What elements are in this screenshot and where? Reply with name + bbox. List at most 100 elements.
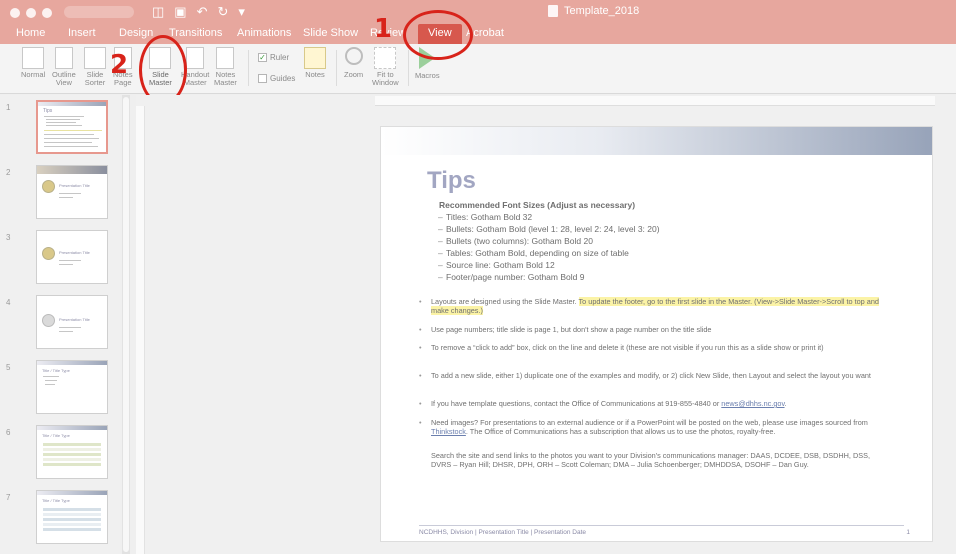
ribbon-tabs: Home Insert Design Transitions Animation… xyxy=(0,24,956,44)
thumbnail-table-row xyxy=(43,523,101,526)
ribbon-divider xyxy=(336,50,337,86)
footer-rule xyxy=(419,525,904,526)
fit-to-window-button[interactable]: Fit to Window xyxy=(372,47,399,87)
macros-label: Macros xyxy=(415,71,440,80)
thumbnail-table-row xyxy=(43,443,101,446)
notes-label: Notes xyxy=(305,70,325,79)
slide-sorter-icon xyxy=(84,47,106,69)
notes-button[interactable]: Notes xyxy=(304,47,326,79)
thumbnail-header xyxy=(37,491,107,495)
guides-checkbox[interactable]: Guides xyxy=(258,74,295,83)
close-window-button[interactable] xyxy=(10,8,20,18)
thumbnail-text-line xyxy=(43,376,59,377)
slide-sorter-label: Slide Sorter xyxy=(84,70,106,87)
thumbnail-text-line xyxy=(59,193,81,194)
tip-bullet-page-numbers[interactable]: Use page numbers; title slide is page 1,… xyxy=(419,325,889,335)
tip-bullet-images[interactable]: Need images? For presentations to an ext… xyxy=(419,418,889,437)
magnifier-icon xyxy=(344,47,363,65)
undo-icon[interactable]: ↶ xyxy=(197,4,208,20)
slide-footer[interactable]: NCDHHS, Division | Presentation Title | … xyxy=(419,529,586,536)
notes-master-icon xyxy=(216,47,235,69)
autosave-toggle[interactable] xyxy=(64,6,134,18)
tip-text: . xyxy=(784,399,787,408)
email-link[interactable]: news@dhhs.nc.gov xyxy=(721,399,784,408)
outline-view-icon xyxy=(54,47,73,69)
vertical-ruler xyxy=(136,106,145,554)
window-title: Template_2018 xyxy=(548,5,639,17)
outline-view-button[interactable]: Outline View xyxy=(52,47,76,87)
slide-title[interactable]: Tips xyxy=(427,167,476,195)
fit-to-window-label: Fit to Window xyxy=(372,70,399,87)
normal-view-icon xyxy=(22,47,45,69)
tip-text: Need images? For presentations to an ext… xyxy=(431,418,868,427)
thumbnail-scrollbar[interactable] xyxy=(122,95,130,554)
slide-number: 3 xyxy=(6,233,11,242)
thumbnail-text-line xyxy=(59,264,73,265)
slide-thumbnail-5[interactable]: Title / Title Type xyxy=(36,360,108,414)
slide-number: 4 xyxy=(6,298,11,307)
redo-icon[interactable]: ↻ xyxy=(218,4,229,20)
thumbnail-title: Tips xyxy=(43,108,53,114)
window-controls xyxy=(10,8,52,18)
thumbnail-text-line xyxy=(59,197,73,198)
annotation-step-1: 1 xyxy=(374,14,393,44)
tab-design[interactable]: Design xyxy=(119,27,153,39)
tip-bullet-contact[interactable]: If you have template questions, contact … xyxy=(419,399,889,409)
sidebar-toggle-icon[interactable]: ◫ xyxy=(152,4,164,20)
slide-thumbnail-3[interactable]: Presentation Title xyxy=(36,230,108,284)
slide-number: 7 xyxy=(6,493,11,502)
tab-animations[interactable]: Animations xyxy=(237,27,291,39)
notes-master-button[interactable]: Notes Master xyxy=(214,47,237,87)
thumbnail-logo xyxy=(42,314,55,327)
title-bar: ◫ ▣ ↶ ↻ ▾ Template_2018 xyxy=(0,0,956,24)
thumbnail-text-line xyxy=(59,260,81,261)
tab-transitions[interactable]: Transitions xyxy=(169,27,222,39)
slide-number: 1 xyxy=(6,103,11,112)
thumbnail-table-row xyxy=(43,458,101,461)
slide-thumbnail-4[interactable]: Presentation Title xyxy=(36,295,108,349)
thumbnail-text-line xyxy=(46,125,82,126)
slide-thumbnail-7[interactable]: Title / Title Type xyxy=(36,490,108,544)
font-size-item: Source line: Gotham Bold 12 xyxy=(438,259,660,271)
thinkstock-link[interactable]: Thinkstock xyxy=(431,427,466,436)
thumbnail-text-line xyxy=(46,119,80,120)
slide-header-band xyxy=(381,127,932,155)
tab-slide-show[interactable]: Slide Show xyxy=(303,27,358,39)
chevron-down-icon[interactable]: ▾ xyxy=(238,4,245,20)
save-icon[interactable]: ▣ xyxy=(174,4,186,20)
normal-view-label: Normal xyxy=(21,70,46,79)
tip-paragraph-contacts[interactable]: Search the site and send links to the ph… xyxy=(419,451,889,470)
tip-bullet-add-slide[interactable]: To add a new slide, either 1) duplicate … xyxy=(419,371,889,381)
thumbnail-title: Title / Title Type xyxy=(42,368,70,373)
tip-bullet-remove-box[interactable]: To remove a “click to add” box, click on… xyxy=(419,343,889,353)
thumbnail-text-line xyxy=(45,384,55,385)
zoom-label: Zoom xyxy=(344,70,364,79)
slide-thumbnail-1[interactable]: Tips xyxy=(36,100,108,154)
slide-thumbnail-2[interactable]: Presentation Title xyxy=(36,165,108,219)
font-sizes-block[interactable]: Recommended Font Sizes (Adjust as necess… xyxy=(438,199,660,283)
slide-thumbnail-6[interactable]: Title / Title Type xyxy=(36,425,108,479)
tab-insert[interactable]: Insert xyxy=(68,27,96,39)
tip-bullet-layouts[interactable]: Layouts are designed using the Slide Mas… xyxy=(419,297,889,316)
minimize-window-button[interactable] xyxy=(26,8,36,18)
slide-thumbnail-pane[interactable]: 1 Tips 2 Presentation Title 3 Presentati… xyxy=(0,95,120,554)
thumbnail-text-line xyxy=(44,116,84,117)
fit-window-icon xyxy=(374,47,397,69)
zoom-button[interactable]: Zoom xyxy=(344,47,363,79)
tab-home[interactable]: Home xyxy=(16,27,45,39)
ribbon-divider xyxy=(408,50,409,86)
slide[interactable]: Tips Recommended Font Sizes (Adjust as n… xyxy=(380,126,933,542)
thumbnail-title: Presentation Title xyxy=(59,183,90,188)
checkmark-icon: ✓ xyxy=(258,53,267,62)
zoom-window-button[interactable] xyxy=(42,8,52,18)
scrollbar-thumb[interactable] xyxy=(123,97,129,552)
slide-sorter-button[interactable]: Slide Sorter xyxy=(84,47,106,87)
thumbnail-title: Presentation Title xyxy=(59,250,90,255)
font-size-item: Bullets (two columns): Gotham Bold 20 xyxy=(438,235,660,247)
ruler-checkbox[interactable]: ✓ Ruler xyxy=(258,53,289,62)
normal-view-button[interactable]: Normal xyxy=(21,47,45,79)
tip-text: . The Office of Communications has a sub… xyxy=(465,427,776,437)
thumbnail-title: Presentation Title xyxy=(59,317,90,322)
thumbnail-title: Title / Title Type xyxy=(42,498,70,503)
handout-master-icon xyxy=(186,47,205,69)
